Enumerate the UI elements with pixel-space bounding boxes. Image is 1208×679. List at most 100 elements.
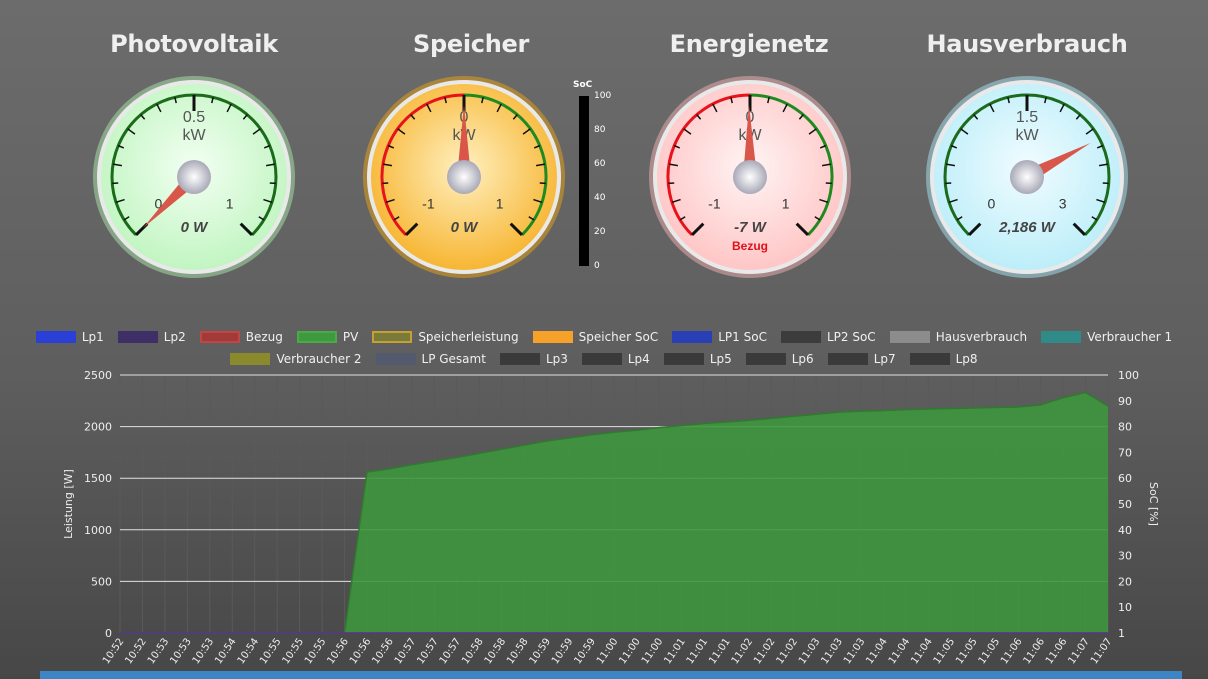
x-tick-label: 10:58 [483,636,509,666]
x-tick-label: 11:06 [1044,636,1070,666]
y-tick-label: 0 [105,627,112,640]
x-tick-label: 10:53 [191,636,217,666]
y-tick-label: 500 [91,575,112,588]
x-tick-label: 10:53 [146,636,172,666]
x-tick-label: 11:06 [1022,636,1048,666]
legend-label: Speicherleistung [418,330,519,344]
x-tick-label: 10:58 [460,636,486,666]
legend-item-lp2[interactable]: Lp2 [117,330,186,344]
soc-tick-label: 60 [594,159,606,169]
legend-swatch [532,331,573,343]
gauge-unit-label: kW [182,127,206,144]
legend-item-pv[interactable]: PV [296,330,358,344]
gauge-hausverbrauch: 1.5kW 0 32,186 W [926,76,1128,278]
x-tick-label: 10:54 [236,636,262,666]
x-tick-label: 10:56 [370,636,396,666]
legend-label: Lp1 [81,330,104,344]
x-tick-label: 10:52 [101,636,127,666]
x-tick-label: 10:59 [528,636,554,666]
y2-tick-label: 40 [1118,524,1132,537]
x-tick-label: 10:59 [572,636,598,666]
legend-item-bezug[interactable]: Bezug [199,330,283,344]
legend-item-verbraucher-1[interactable]: Verbraucher 1 [1041,330,1172,344]
gauge-title-photovoltaik: Photovoltaik [110,30,278,58]
legend-swatch [199,331,240,343]
y-tick-label: 2000 [84,421,112,434]
x-tick-label: 10:59 [550,636,576,666]
gauge-hub [447,160,481,194]
legend-item-speicher-soc[interactable]: Speicher SoC [532,330,659,344]
x-tick-label: 11:02 [730,636,756,666]
power-chart: 0 500 1000 1500 2000 2500 1 10 20 30 40 50 60 70 80 90 1… [62,369,1160,666]
y-tick-label: 2500 [84,369,112,382]
x-tick-label: 10:54 [213,636,239,666]
x-tick-label: 11:06 [999,636,1025,666]
gauge-energienetz: 0kW-11-7 WBezug [649,76,851,278]
gauge-hub [177,160,211,194]
x-tick-label: 11:03 [819,636,845,666]
legend-label: Bezug [245,330,283,344]
x-tick-label: 11:00 [640,636,666,666]
gauge-speicher: 0kW-110 W [363,76,565,278]
legend-item-speicherleistung[interactable]: Speicherleistung [372,330,519,344]
gauge-center-label: 1.5 [1016,109,1038,126]
chart-legend-row1: Lp1 Lp2 Bezug PV Speicherleistung Speicher So… [0,330,1208,344]
x-tick-label: 11:00 [617,636,643,666]
x-tick-label: 10:56 [325,636,351,666]
gauge-title-hausverbrauch: Hausverbrauch [926,30,1128,58]
x-tick-label: 11:03 [842,636,868,666]
legend-item-lp2-soc[interactable]: LP2 SoC [780,330,876,344]
legend-swatch [672,331,713,343]
y-axis-title: Leistung [W] [62,469,75,539]
legend-item-lp1-soc[interactable]: LP1 SoC [672,330,767,344]
gauge-min-label: 0 [988,196,996,212]
x-tick-label: 11:04 [887,636,913,666]
x-tick-label: 11:01 [662,636,688,666]
y-tick-label: 1500 [84,472,112,485]
x-tick-label: 10:55 [303,636,329,666]
y2-tick-label: 90 [1118,395,1132,408]
y2-tick-label: 10 [1118,601,1132,614]
gauge-value-text: 0 W [181,219,210,236]
legend-item-lp1[interactable]: Lp1 [35,330,104,344]
gauge-hub [1010,160,1044,194]
x-tick-label: 11:02 [752,636,778,666]
legend-label: Speicher SoC [578,330,659,344]
x-tick-label: 11:01 [707,636,733,666]
soc-tick-label: 0 [594,261,600,271]
x-tick-label: 10:55 [258,636,284,666]
x-tick-label: 10:58 [505,636,531,666]
gauge-photovoltaik: 0.5kW0 10 W [93,76,295,278]
gauge-title-speicher: Speicher [413,30,529,58]
y2-tick-label: 80 [1118,421,1132,434]
legend-swatch [117,331,158,343]
y2-tick-label: 70 [1118,446,1132,459]
legend-label: Lp2 [163,330,186,344]
gauge-title-energienetz: Energienetz [669,30,829,58]
soc-tick-label: 100 [594,91,612,101]
soc-title: SoC [573,80,593,90]
gauge-max-label: 1 [496,196,504,212]
y2-tick-label: 20 [1118,575,1132,588]
gauge-max-label: 1 [226,196,234,212]
legend-swatch [780,331,821,343]
soc-tick-label: 40 [594,193,606,203]
soc-tick-label: 80 [594,125,606,135]
legend-swatch [889,331,930,343]
x-tick-label: 10:57 [393,636,419,666]
y2-axis-title: SoC [%] [1147,482,1160,526]
legend-swatch [372,331,413,343]
gauge-value-text: 2,186 W [998,219,1057,236]
y2-tick-label: 50 [1118,498,1132,511]
gauge-value-text: -7 W [734,219,768,236]
x-tick-label: 11:05 [932,636,958,666]
y2-tick-label: 100 [1118,369,1139,382]
legend-item-hausverbrauch[interactable]: Hausverbrauch [889,330,1027,344]
legend-label: LP2 SoC [826,330,876,344]
x-tick-label: 11:01 [685,636,711,666]
y2-tick-label: 30 [1118,550,1132,563]
bottom-bar [40,671,1182,679]
y2-tick-label: 1 [1118,627,1125,640]
gauge-status-text: Bezug [732,239,768,253]
legend-label: LP1 SoC [718,330,767,344]
